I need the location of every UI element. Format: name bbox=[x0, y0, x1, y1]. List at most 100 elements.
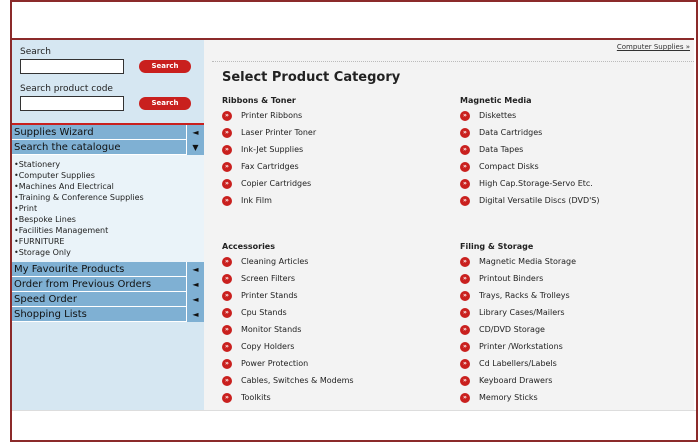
double-arrow-icon: » bbox=[460, 274, 470, 284]
arrow-left-icon: ◄ bbox=[186, 124, 204, 140]
double-arrow-icon: » bbox=[460, 196, 470, 206]
double-arrow-icon: » bbox=[222, 342, 232, 352]
double-arrow-icon: » bbox=[460, 145, 470, 155]
double-arrow-icon: » bbox=[460, 325, 470, 335]
nav-speed-order[interactable]: Speed Order ◄ bbox=[12, 291, 204, 307]
category-link-label: Cd Labellers/Labels bbox=[479, 359, 557, 368]
category-link[interactable]: » Printer /Workstations bbox=[460, 342, 690, 352]
double-arrow-icon: » bbox=[222, 128, 232, 138]
category-link-label: Cleaning Articles bbox=[241, 257, 309, 266]
category-link[interactable]: » Diskettes bbox=[460, 111, 690, 121]
category-link[interactable]: » Keyboard Drawers bbox=[460, 376, 690, 386]
sidebar: Search Search Search product code Search… bbox=[12, 40, 204, 410]
category-link[interactable]: » Digital Versatile Discs (DVD'S) bbox=[460, 196, 690, 206]
breadcrumb[interactable]: Computer Supplies » bbox=[617, 43, 690, 51]
search-input[interactable] bbox=[20, 59, 124, 74]
double-arrow-icon: » bbox=[460, 393, 470, 403]
category-link[interactable]: » Printer Stands bbox=[222, 291, 442, 301]
category-link[interactable]: » Cd Labellers/Labels bbox=[460, 359, 690, 369]
search-label: Search bbox=[20, 47, 51, 57]
double-arrow-icon: » bbox=[222, 257, 232, 267]
category-link[interactable]: » Library Cases/Mailers bbox=[460, 308, 690, 318]
category-link-label: Compact Disks bbox=[479, 162, 539, 171]
product-code-input[interactable] bbox=[20, 96, 124, 111]
category-link-label: Fax Cartridges bbox=[241, 162, 299, 171]
category-link[interactable]: » Cables, Switches & Modems bbox=[222, 376, 442, 386]
main-content: Computer Supplies » Select Product Categ… bbox=[204, 40, 694, 410]
double-arrow-icon: » bbox=[222, 376, 232, 386]
catalogue-link-furniture[interactable]: •FURNITURE bbox=[14, 236, 202, 247]
catalogue-link-bespoke[interactable]: •Bespoke Lines bbox=[14, 214, 202, 225]
category-link[interactable]: » Data Cartridges bbox=[460, 128, 690, 138]
category-link[interactable]: » Compact Disks bbox=[460, 162, 690, 172]
double-arrow-icon: » bbox=[222, 111, 232, 121]
category-link-label: Ink-Jet Supplies bbox=[241, 145, 304, 154]
catalogue-link-computer-supplies[interactable]: •Computer Supplies bbox=[14, 170, 202, 181]
category-link[interactable]: » Trays, Racks & Trolleys bbox=[460, 291, 690, 301]
catalogue-link-storage[interactable]: •Storage Only bbox=[14, 247, 202, 258]
category-link-label: Toolkits bbox=[241, 393, 271, 402]
category-link[interactable]: » Copy Holders bbox=[222, 342, 442, 352]
double-arrow-icon: » bbox=[222, 162, 232, 172]
double-arrow-icon: » bbox=[460, 111, 470, 121]
nav-shopping-lists[interactable]: Shopping Lists ◄ bbox=[12, 306, 204, 322]
category-link[interactable]: » Fax Cartridges bbox=[222, 162, 442, 172]
category-link[interactable]: » Ink Film bbox=[222, 196, 442, 206]
arrow-left-icon: ◄ bbox=[186, 276, 204, 292]
header-bar bbox=[12, 2, 694, 40]
double-arrow-icon: » bbox=[222, 393, 232, 403]
category-link[interactable]: » Data Tapes bbox=[460, 145, 690, 155]
category-link[interactable]: » Laser Printer Toner bbox=[222, 128, 442, 138]
double-arrow-icon: » bbox=[222, 308, 232, 318]
category-link[interactable]: » Power Protection bbox=[222, 359, 442, 369]
category-link-label: Printout Binders bbox=[479, 274, 544, 283]
nav-previous-orders[interactable]: Order from Previous Orders ◄ bbox=[12, 276, 204, 292]
product-code-search-button[interactable]: Search bbox=[139, 97, 191, 110]
double-arrow-icon: » bbox=[460, 342, 470, 352]
nav-label: My Favourite Products bbox=[14, 263, 125, 275]
search-button[interactable]: Search bbox=[139, 60, 191, 73]
search-panel: Search Search Search product code Search bbox=[12, 40, 204, 115]
category-link[interactable]: » Printout Binders bbox=[460, 274, 690, 284]
category-link[interactable]: » Cleaning Articles bbox=[222, 257, 442, 267]
double-arrow-icon: » bbox=[460, 162, 470, 172]
catalogue-link-stationery[interactable]: •Stationery bbox=[14, 159, 202, 170]
category-heading: Filing & Storage bbox=[460, 242, 534, 251]
arrow-left-icon: ◄ bbox=[186, 291, 204, 307]
catalogue-list: •Stationery •Computer Supplies •Machines… bbox=[12, 155, 204, 262]
nav-search-catalogue[interactable]: Search the catalogue ▼ bbox=[12, 139, 204, 155]
category-link[interactable]: » Monitor Stands bbox=[222, 325, 442, 335]
category-column: Magnetic Media » Diskettes » Data Cartridges… bbox=[460, 96, 690, 213]
category-link-label: Screen Filters bbox=[241, 274, 296, 283]
nav-supplies-wizard[interactable]: Supplies Wizard ◄ bbox=[12, 124, 204, 140]
category-link[interactable]: » Printer Ribbons bbox=[222, 111, 442, 121]
category-link[interactable]: » Cpu Stands bbox=[222, 308, 442, 318]
category-link-label: Cpu Stands bbox=[241, 308, 287, 317]
category-link-label: Data Tapes bbox=[479, 145, 524, 154]
catalogue-link-machines[interactable]: •Machines And Electrical bbox=[14, 181, 202, 192]
double-arrow-icon: » bbox=[460, 308, 470, 318]
category-link[interactable]: » Copier Cartridges bbox=[222, 179, 442, 189]
category-link[interactable]: » Memory Sticks bbox=[460, 393, 690, 403]
category-link[interactable]: » Toolkits bbox=[222, 393, 442, 403]
category-link-label: Data Cartridges bbox=[479, 128, 543, 137]
double-arrow-icon: » bbox=[460, 257, 470, 267]
category-link[interactable]: » Magnetic Media Storage bbox=[460, 257, 690, 267]
category-link[interactable]: » Ink-Jet Supplies bbox=[222, 145, 442, 155]
category-link-label: Memory Sticks bbox=[479, 393, 538, 402]
product-code-label: Search product code bbox=[20, 84, 113, 94]
category-link[interactable]: » CD/DVD Storage bbox=[460, 325, 690, 335]
category-link-label: Copy Holders bbox=[241, 342, 295, 351]
arrow-down-icon: ▼ bbox=[186, 139, 204, 155]
double-arrow-icon: » bbox=[222, 179, 232, 189]
category-link-label: Keyboard Drawers bbox=[479, 376, 553, 385]
category-column: Filing & Storage» Magnetic Media Storage»… bbox=[460, 242, 690, 410]
category-link-label: Diskettes bbox=[479, 111, 517, 120]
catalogue-link-facilities[interactable]: •Facilities Management bbox=[14, 225, 202, 236]
category-link[interactable]: » High Cap.Storage-Servo Etc. bbox=[460, 179, 690, 189]
category-link[interactable]: » Screen Filters bbox=[222, 274, 442, 284]
nav-favourite-products[interactable]: My Favourite Products ◄ bbox=[12, 261, 204, 277]
catalogue-link-print[interactable]: •Print bbox=[14, 203, 202, 214]
category-link-label: Cables, Switches & Modems bbox=[241, 376, 354, 385]
catalogue-link-training[interactable]: •Training & Conference Supplies bbox=[14, 192, 202, 203]
